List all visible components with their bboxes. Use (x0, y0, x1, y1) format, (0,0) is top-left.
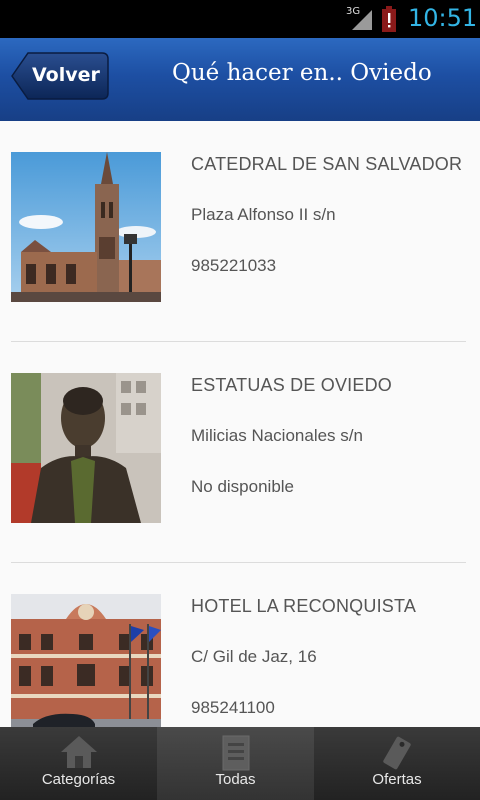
tab-label: Todas (215, 771, 256, 788)
place-address: C/ Gil de Jaz, 16 (191, 647, 317, 666)
statue-photo (11, 373, 161, 523)
place-name: CATEDRAL DE SAN SALVADOR (191, 154, 463, 174)
hotel-photo (11, 594, 161, 727)
list-item[interactable]: ESTATUAS DE OVIEDO Milicias Nacionales s… (0, 342, 480, 563)
tab-label: Ofertas (372, 771, 422, 788)
place-phone[interactable]: 985241100 (191, 698, 275, 718)
place-address: Plaza Alfonso II s/n (191, 205, 336, 224)
bottom-tab-bar: Categorías Todas Ofertas (0, 727, 480, 800)
place-name: ESTATUAS DE OVIEDO (191, 375, 392, 395)
place-name: HOTEL LA RECONQUISTA (191, 596, 417, 616)
home-icon (60, 736, 97, 768)
status-bar: 3G 10:51 (0, 0, 480, 38)
tag-icon (383, 736, 411, 770)
tab-todas[interactable]: Todas (157, 727, 314, 800)
tab-ofertas[interactable]: Ofertas (314, 727, 480, 800)
signal-icon (352, 10, 372, 30)
place-phone[interactable]: No disponible (191, 477, 294, 497)
back-button[interactable]: Volver (10, 51, 110, 101)
back-button-label: Volver (32, 64, 100, 86)
tab-label: Categorías (41, 771, 116, 788)
clock: 10:51 (408, 4, 478, 32)
app-header: Volver Qué hacer en.. Oviedo (0, 38, 480, 121)
place-address: Milicias Nacionales s/n (191, 426, 363, 445)
places-list[interactable]: CATEDRAL DE SAN SALVADOR Plaza Alfonso I… (0, 121, 480, 727)
page-title: Qué hacer en.. Oviedo (172, 60, 432, 86)
tab-categorias[interactable]: Categorías (0, 727, 157, 800)
list-icon (222, 735, 249, 771)
battery-alert-icon (382, 6, 396, 32)
place-phone[interactable]: 985221033 (191, 256, 276, 276)
cathedral-photo (11, 152, 161, 302)
list-item[interactable]: CATEDRAL DE SAN SALVADOR Plaza Alfonso I… (0, 121, 480, 342)
list-item[interactable]: HOTEL LA RECONQUISTA C/ Gil de Jaz, 16 9… (0, 563, 480, 727)
